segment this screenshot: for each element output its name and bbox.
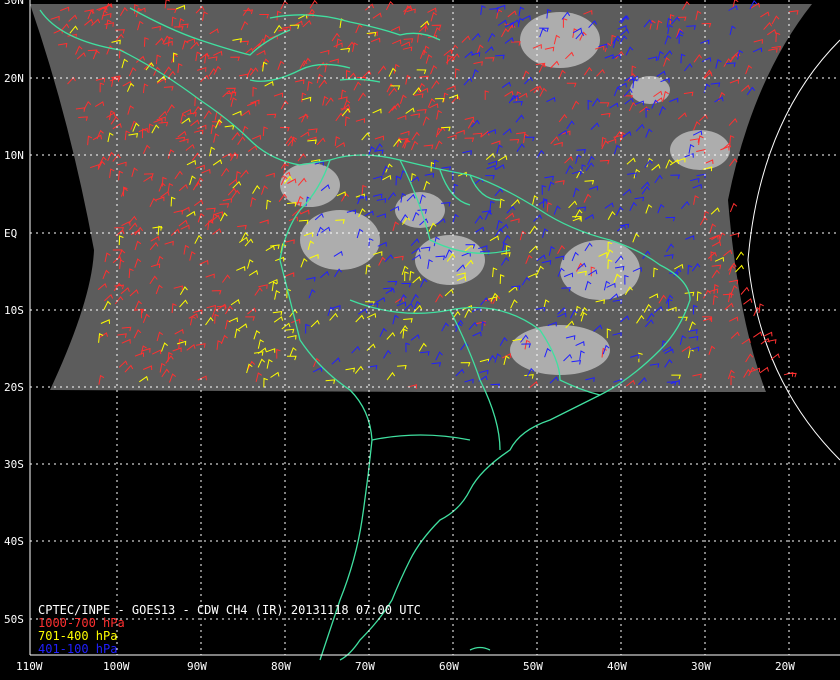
latitude-label: 40S [4,535,24,548]
latitude-label: 30N [4,0,24,7]
latitude-label: 20N [4,72,24,85]
latitude-label: 50S [4,613,24,626]
latitude-label: 10N [4,149,24,162]
longitude-label: 50W [523,660,543,673]
latitude-label: 30S [4,458,24,471]
latitude-label: EQ [4,227,18,240]
map-title: CPTEC/INPE - GOES13 - CDW CH4 (IR) 20131… [38,603,421,617]
longitude-label: 70W [355,660,375,673]
satellite-wind-map [0,0,840,680]
longitude-label: 100W [103,660,130,673]
longitude-label: 40W [607,660,627,673]
legend-mid-level: 701-400 hPa [38,629,118,643]
longitude-label: 90W [187,660,207,673]
latitude-label: 20S [4,381,24,394]
longitude-label: 80W [271,660,291,673]
latitude-label: 10S [4,304,24,317]
longitude-label: 60W [439,660,459,673]
longitude-label: 30W [691,660,711,673]
longitude-label: 20W [775,660,795,673]
legend-high-level: 401-100 hPa [38,642,118,656]
longitude-label: 110W [16,660,43,673]
legend-low-level: 1000-700 hPa [38,616,125,630]
